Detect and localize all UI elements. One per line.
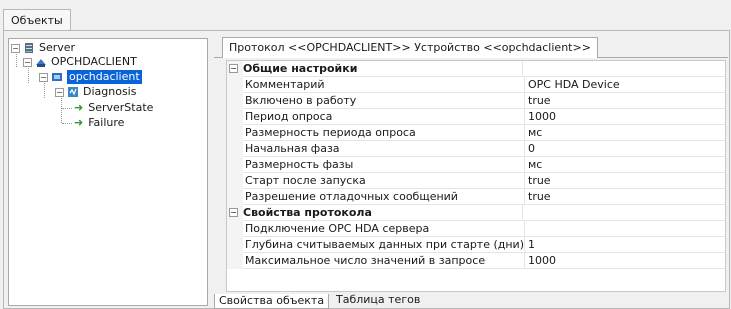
property-name: Начальная фаза <box>243 141 525 157</box>
category-label: Общие настройки <box>241 61 523 77</box>
property-name: Период опроса <box>243 109 525 125</box>
property-value[interactable]: мс <box>525 157 725 173</box>
tree-label-server: Server <box>39 41 76 54</box>
collapse-icon[interactable]: − <box>39 72 48 82</box>
property-name: Глубина считываемых данных при старте (д… <box>245 237 525 253</box>
tree-node-opchdaclient-device[interactable]: − opchdaclient <box>39 70 142 84</box>
property-value[interactable]: true <box>525 189 725 205</box>
property-grid[interactable]: − Общие настройки Комментарий OPC HDA De… <box>226 60 726 292</box>
property-name: Старт после запуска <box>243 173 525 189</box>
property-row[interactable]: Размерность фазы мс <box>227 157 725 173</box>
property-value[interactable] <box>525 221 725 237</box>
property-value[interactable]: OPC HDA Device <box>525 77 725 93</box>
category-label: Свойства протокола <box>241 205 523 221</box>
property-row[interactable]: Глубина считываемых данных при старте (д… <box>227 237 725 253</box>
tab-tag-table[interactable]: Таблица тегов <box>332 293 424 308</box>
protocol-icon <box>35 56 47 68</box>
property-row[interactable]: Разрешение отладочных сообщений true <box>227 189 725 205</box>
property-row[interactable]: Комментарий OPC HDA Device <box>227 77 725 93</box>
tree-node-server[interactable]: − Server <box>11 41 75 55</box>
property-row[interactable]: Подключение OPC HDA сервера <box>227 221 725 237</box>
tree-label-device: opchdaclient <box>67 70 142 84</box>
tree-label-opc-client: OPCHDACLIENT <box>51 55 137 68</box>
property-name: Размерность периода опроса <box>243 125 525 141</box>
property-name: Максимальное число значений в запросе <box>243 253 525 269</box>
server-icon <box>23 42 35 54</box>
property-value[interactable]: 1000 <box>525 253 725 269</box>
category-protocol[interactable]: − Свойства протокола <box>227 205 725 221</box>
tab-object-properties[interactable]: Свойства объекта <box>214 294 330 309</box>
collapse-icon[interactable]: − <box>229 208 238 217</box>
property-value[interactable]: true <box>525 93 725 109</box>
collapse-icon[interactable]: − <box>11 43 20 53</box>
property-row[interactable]: Включено в работу true <box>227 93 725 109</box>
category-value <box>525 205 725 221</box>
tree-node-diagnosis[interactable]: − Diagnosis <box>55 85 136 99</box>
property-row[interactable]: Размерность периода опроса мс <box>227 125 725 141</box>
tag-arrow-icon: ➜ <box>74 101 84 114</box>
property-name: Комментарий <box>243 77 525 93</box>
tree-label-server-state: ServerState <box>88 101 154 114</box>
property-row[interactable]: Период опроса 1000 <box>227 109 725 125</box>
properties-panel: Протокол <<OPCHDACLIENT>> Устройство <<o… <box>214 36 728 306</box>
property-value[interactable]: 1 <box>525 237 725 253</box>
tree-node-failure[interactable]: ➜ Failure <box>74 116 124 130</box>
category-general[interactable]: − Общие настройки <box>227 61 725 77</box>
tab-objects[interactable]: Объекты <box>3 9 71 31</box>
property-row[interactable]: Начальная фаза 0 <box>227 141 725 157</box>
diagnosis-icon <box>67 86 79 98</box>
tree-label-failure: Failure <box>88 116 125 129</box>
property-value[interactable]: 0 <box>525 141 725 157</box>
tree-node-server-state[interactable]: ➜ ServerState <box>74 101 153 115</box>
collapse-icon[interactable]: − <box>229 64 238 73</box>
tree-label-diagnosis: Diagnosis <box>83 85 137 98</box>
property-row[interactable]: Старт после запуска true <box>227 173 725 189</box>
property-value[interactable]: true <box>525 173 725 189</box>
object-tree[interactable]: − Server − OPCHDACLIENT − opchdaclient −… <box>8 38 208 306</box>
category-value <box>525 61 725 77</box>
property-row[interactable]: Максимальное число значений в запросе 10… <box>227 253 725 269</box>
property-value[interactable]: мс <box>525 125 725 141</box>
device-icon <box>51 71 63 83</box>
property-value[interactable]: 1000 <box>525 109 725 125</box>
tree-node-opchdaclient-protocol[interactable]: − OPCHDACLIENT <box>23 55 137 69</box>
property-name: Размерность фазы <box>243 157 525 173</box>
property-name: Подключение OPC HDA сервера <box>243 221 525 237</box>
tab-protocol-device[interactable]: Протокол <<OPCHDACLIENT>> Устройство <<o… <box>222 37 598 58</box>
tag-arrow-icon: ➜ <box>74 116 84 129</box>
collapse-icon[interactable]: − <box>23 57 32 67</box>
property-name: Включено в работу <box>243 93 525 109</box>
collapse-icon[interactable]: − <box>55 87 64 97</box>
property-name: Разрешение отладочных сообщений <box>243 189 525 205</box>
